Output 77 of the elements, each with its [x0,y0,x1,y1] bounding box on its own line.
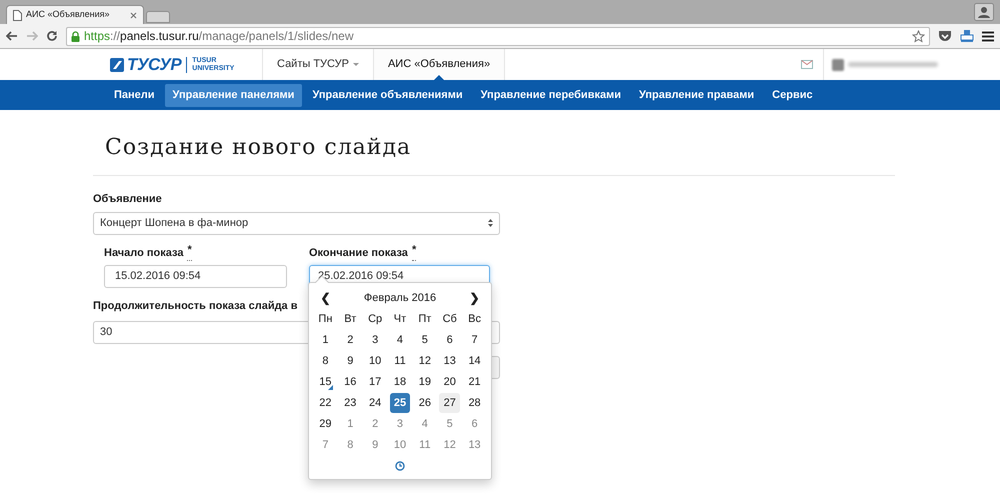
mail-icon[interactable] [801,60,813,69]
printer-icon[interactable] [960,29,974,43]
nav-link[interactable]: Управление объявлениями [304,84,471,106]
announcement-select[interactable]: Концерт Шопена в фа-минор [93,212,500,234]
calendar-day[interactable]: 5 [439,414,460,434]
calendar-day[interactable]: 6 [464,414,485,434]
calendar-day[interactable]: 9 [340,351,361,371]
browser-tab[interactable]: АИС «Объявления» [6,5,144,24]
back-arrow-icon[interactable] [6,31,18,41]
select-arrows-icon [488,219,493,227]
calendar-day[interactable]: 11 [414,435,436,455]
nav-link[interactable]: Управление панелями [164,84,302,106]
menu-icon[interactable] [982,30,994,42]
calendar-day[interactable]: 9 [364,435,386,455]
calendar-day[interactable]: 19 [414,372,436,392]
close-icon[interactable] [130,12,137,18]
calendar-day[interactable]: 2 [364,414,386,434]
logo-wordmark: ТУСУР [127,56,182,73]
url-text: https://panels.tusur.ru/manage/panels/1/slides/new [84,28,355,45]
field-label: Окончание показа [309,246,408,260]
field-label: Начало показа [104,246,184,260]
field-label: Продолжительность показа слайда в [93,299,298,314]
nav-link[interactable]: Панели [106,84,163,106]
header-link[interactable]: АИС «Объявления» [372,49,506,80]
calendar-day[interactable]: 4 [414,414,436,434]
calendar-day[interactable]: 18 [390,372,410,392]
calendar-day[interactable]: 17 [364,372,386,392]
today-marker-icon [328,385,333,390]
caret-icon [352,62,359,66]
reload-icon[interactable] [46,30,58,42]
select-value: Концерт Шопена в фа-минор [100,216,250,231]
calendar-day[interactable]: 23 [340,393,361,413]
nav-link[interactable]: Управление правами [630,84,762,106]
next-month-button[interactable]: ❯ [462,289,487,307]
tab-title: АИС «Объявления» [26,8,111,22]
address-bar[interactable]: https://panels.tusur.ru/manage/panels/1/slides/new [66,26,930,46]
calendar-day[interactable]: 26 [414,393,436,413]
calendar-day[interactable]: 8 [315,351,336,371]
calendar-day[interactable]: 14 [464,351,485,371]
star-icon[interactable] [912,30,925,42]
calendar-day[interactable]: 15 [315,372,336,392]
previous-month-button[interactable]: ❮ [313,289,338,307]
calendar-day[interactable]: 11 [390,351,410,371]
calendar-day[interactable]: 10 [390,435,410,455]
nav-link[interactable]: Управление перебивками [472,84,629,106]
logo-mark-icon [110,58,124,72]
calendar-day[interactable]: 12 [414,351,436,371]
lock-icon [71,30,80,42]
page-icon [13,10,22,20]
calendar-day[interactable]: 20 [439,372,460,392]
calendar-day[interactable]: 3 [390,414,410,434]
calendar-day[interactable]: 25 [390,393,410,413]
calendar-day[interactable]: 13 [439,351,460,371]
clock-icon[interactable] [395,461,405,471]
calendar-day[interactable]: 7 [315,435,336,455]
calendar-day[interactable]: 24 [364,393,386,413]
nav-link[interactable]: Сервис [764,84,821,106]
calendar-day[interactable]: 10 [364,351,386,371]
calendar-day[interactable]: 13 [464,435,485,455]
calendar-day[interactable]: 28 [464,393,485,413]
calendar-day[interactable]: 27 [439,393,460,413]
profile-icon[interactable] [974,3,994,21]
calendar-day[interactable]: 21 [464,372,485,392]
required-mark: * [187,244,192,261]
calendar-day[interactable]: 1 [340,414,361,434]
calendar-day[interactable]: 16 [340,372,361,392]
calendar-day[interactable]: 12 [439,435,460,455]
calendar-day[interactable]: 29 [315,414,336,434]
start-date-field[interactable]: 15.02.2016 09:54 [104,265,287,288]
avatar[interactable] [832,58,844,70]
calendar-day[interactable]: 22 [315,393,336,413]
pocket-icon[interactable] [938,30,952,42]
required-mark: * [412,244,416,261]
field-label: Объявление [93,192,163,207]
page-title: Создание нового слайда [93,110,895,176]
calendar-day[interactable]: 8 [340,435,361,455]
month-title[interactable]: Февраль 2016 [338,290,462,306]
